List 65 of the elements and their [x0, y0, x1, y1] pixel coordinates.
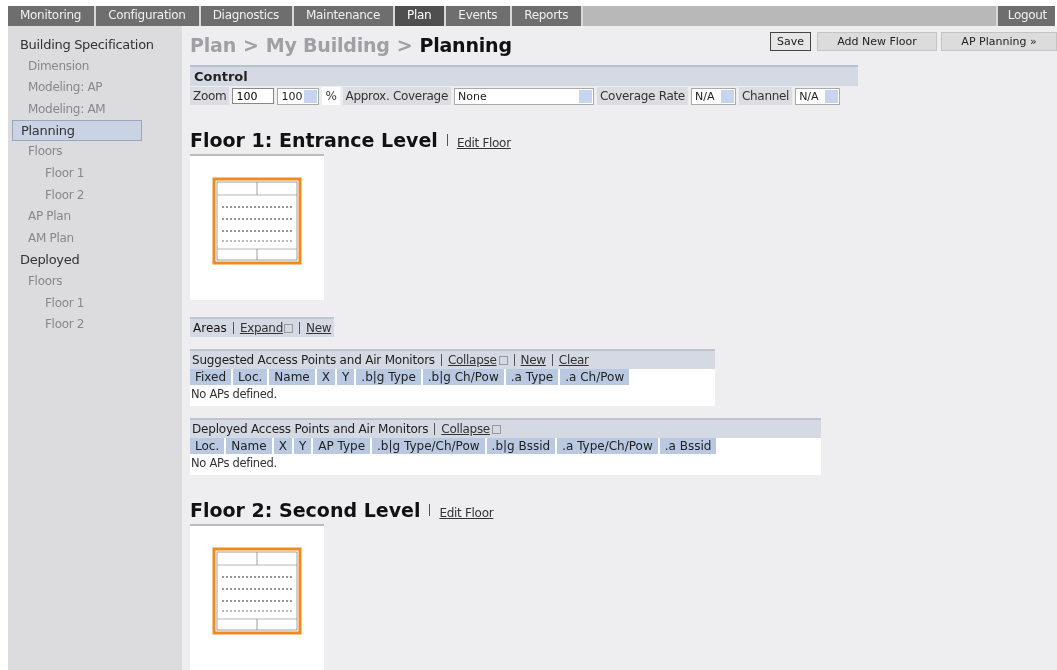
- nav-tab[interactable]: Maintenance: [294, 6, 395, 26]
- column-header: .a Bssid: [659, 438, 717, 454]
- collapse-icon: [491, 425, 501, 434]
- logout-link[interactable]: Logout: [995, 6, 1055, 26]
- sidebar-item[interactable]: Deployed: [12, 249, 178, 271]
- coverage-rate-select[interactable]: N/A: [690, 87, 736, 105]
- field-label: Channel: [738, 87, 793, 105]
- column-header: Y: [293, 438, 312, 454]
- sidebar-item[interactable]: Building Specification: [12, 34, 178, 56]
- zoom-select[interactable]: 100: [277, 87, 320, 105]
- column-header: .b|g Type: [356, 369, 421, 385]
- column-header: Loc.: [233, 369, 268, 385]
- floor-title: Floor 1: Entrance Level: [190, 129, 438, 151]
- floor-plan-thumbnail[interactable]: [190, 154, 324, 300]
- table-link[interactable]: New: [520, 353, 546, 367]
- zoom-field[interactable]: 100: [232, 88, 275, 104]
- nav-tab[interactable]: Plan: [395, 6, 447, 26]
- floor-title: Floor 2: Second Level: [190, 499, 421, 521]
- table-link[interactable]: Collapse: [447, 353, 508, 367]
- column-header: .a Type/Ch/Pow: [557, 438, 658, 454]
- field-label: Coverage Rate: [597, 87, 688, 105]
- column-header: .a Type: [505, 369, 559, 385]
- expand-icon[interactable]: [283, 323, 293, 333]
- edit-floor-link[interactable]: Edit Floor: [439, 506, 494, 520]
- section-link[interactable]: Expand: [239, 321, 283, 335]
- nav-tab[interactable]: Reports: [512, 6, 584, 26]
- empty-message: No APs defined.: [190, 386, 278, 403]
- column-header: Y: [337, 369, 355, 385]
- floor-plan-thumbnail[interactable]: [190, 524, 324, 670]
- table-link[interactable]: Clear: [558, 353, 589, 367]
- field-label: Approx. Coverage: [342, 87, 452, 105]
- table-title: Suggested Access Points and Air Monitors: [192, 353, 435, 367]
- table-link[interactable]: Collapse: [441, 422, 501, 436]
- field-label: Zoom: [190, 87, 230, 105]
- channel-select[interactable]: N/A: [795, 87, 841, 105]
- table-title: Deployed Access Points and Air Monitors: [192, 422, 429, 436]
- column-header: Name: [226, 438, 272, 454]
- collapse-icon: [498, 356, 508, 365]
- action-button[interactable]: AP Planning »: [941, 32, 1057, 51]
- nav-tab[interactable]: Configuration: [96, 6, 201, 26]
- column-header: X: [273, 438, 292, 454]
- sidebar-item[interactable]: Planning: [12, 120, 142, 142]
- edit-floor-link[interactable]: Edit Floor: [456, 136, 511, 150]
- column-header: Fixed: [190, 369, 232, 385]
- column-header: .b|g Ch/Pow: [422, 369, 504, 385]
- column-header: Loc.: [190, 438, 225, 454]
- empty-message: No APs defined.: [190, 455, 278, 472]
- section-title: Areas: [193, 321, 227, 335]
- column-header: .a Ch/Pow: [560, 369, 630, 385]
- action-button[interactable]: Save: [770, 32, 811, 51]
- column-header: .b|g Bssid: [486, 438, 556, 454]
- page-title: Planning: [419, 34, 512, 56]
- column-header: Name: [269, 369, 315, 385]
- nav-tab[interactable]: Monitoring: [8, 6, 97, 26]
- section-link[interactable]: New: [305, 321, 332, 335]
- percent-label: %: [322, 87, 340, 105]
- column-header: AP Type: [313, 438, 371, 454]
- nav-tab[interactable]: Diagnostics: [200, 6, 294, 26]
- breadcrumb-separator: >: [396, 34, 413, 56]
- coverage-select[interactable]: None: [454, 87, 595, 105]
- breadcrumb-separator: >: [243, 34, 259, 56]
- column-header: X: [316, 369, 335, 385]
- action-button[interactable]: Add New Floor: [817, 32, 937, 51]
- column-header: .b|g Type/Ch/Pow: [372, 438, 485, 454]
- nav-tab[interactable]: Events: [446, 6, 513, 26]
